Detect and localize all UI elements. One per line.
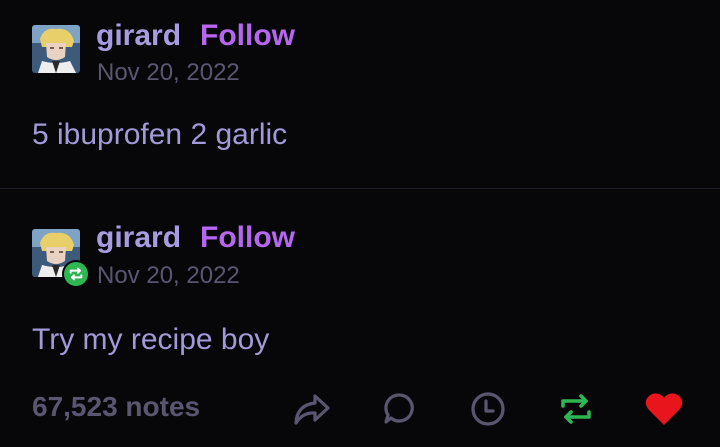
history-icon[interactable] [468,389,508,429]
reply-icon[interactable] [380,389,420,429]
post-original: girard Follow Nov 20, 2022 5 ibuprofen 2… [0,0,720,189]
tumblr-post-view: girard Follow Nov 20, 2022 5 ibuprofen 2… [0,0,720,447]
avatar[interactable] [32,25,80,73]
follow-button[interactable]: Follow [200,223,295,253]
reblog-badge-icon [62,260,90,288]
username[interactable]: girard [96,223,181,253]
follow-button[interactable]: Follow [200,21,295,51]
username[interactable]: girard [96,21,181,51]
notes-count[interactable]: 67,523 notes [32,393,200,421]
post-body: Try my recipe boy [32,323,270,356]
like-icon[interactable] [644,389,684,429]
post-reblog: girard Follow Nov 20, 2022 Try my recipe… [0,189,720,447]
post-date: Nov 20, 2022 [97,262,240,289]
share-icon[interactable] [292,389,332,429]
post-body: 5 ibuprofen 2 garlic [32,118,288,151]
reblog-icon[interactable] [556,389,596,429]
post-date: Nov 20, 2022 [97,59,240,86]
